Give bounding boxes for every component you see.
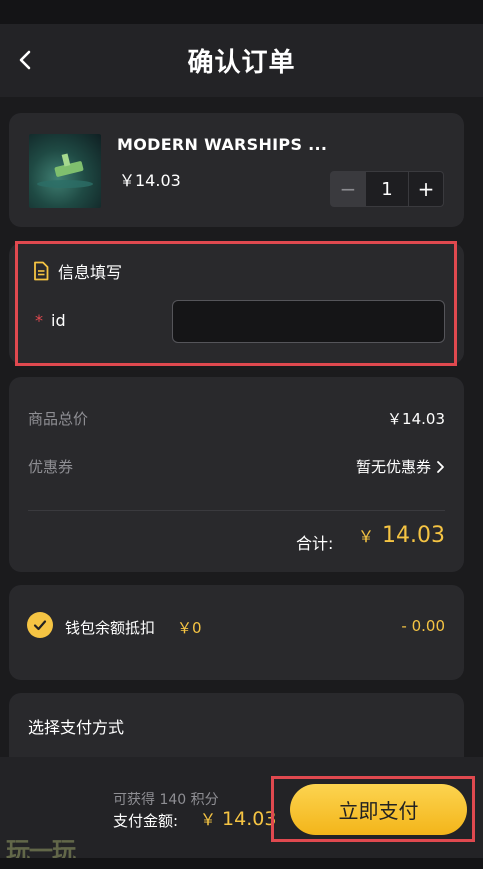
- app-header: 确认订单: [0, 24, 483, 97]
- wallet-card: 钱包余额抵扣 ￥0 - 0.00: [9, 585, 464, 680]
- id-input[interactable]: [172, 300, 445, 343]
- page-title: 确认订单: [187, 48, 296, 78]
- info-section-header: 信息填写: [32, 259, 122, 283]
- back-button[interactable]: [14, 48, 38, 72]
- id-field-label: * id: [35, 311, 66, 330]
- product-card: MODERN WARSHIPS ... ￥14.03 − 1 +: [9, 113, 464, 227]
- id-label-text: id: [51, 311, 66, 330]
- chevron-right-icon: [437, 460, 444, 473]
- pay-amount: ￥ 14.03: [200, 806, 276, 830]
- decrease-quantity-button[interactable]: −: [330, 171, 366, 207]
- price-summary-card: 商品总价 ￥14.03 优惠券 暂无优惠券 合计: ￥ 14.03: [9, 377, 464, 572]
- total-currency: ￥: [358, 527, 375, 546]
- goods-total-value: ￥14.03: [387, 410, 445, 428]
- pay-currency: ￥: [200, 810, 217, 829]
- wallet-balance: ￥0: [177, 619, 202, 637]
- total-value: ￥ 14.03: [358, 523, 445, 548]
- wallet-checkbox[interactable]: [27, 612, 53, 638]
- product-price: ￥14.03: [119, 171, 181, 190]
- coupon-label: 优惠券: [28, 458, 74, 476]
- wallet-deduction: - 0.00: [401, 617, 445, 635]
- increase-quantity-button[interactable]: +: [408, 171, 444, 207]
- status-bar: [0, 0, 483, 24]
- chevron-left-icon: [19, 50, 31, 70]
- total-amount: 14.03: [382, 523, 445, 548]
- footer-strip: [0, 858, 483, 869]
- pay-amount-value: 14.03: [222, 808, 277, 830]
- product-thumbnail[interactable]: [29, 134, 101, 208]
- total-label: 合计:: [296, 534, 334, 553]
- coupon-value: 暂无优惠券: [355, 458, 431, 476]
- info-section-title: 信息填写: [58, 263, 123, 282]
- product-name: MODERN WARSHIPS ...: [117, 135, 328, 154]
- coupon-selector[interactable]: 暂无优惠券: [356, 456, 445, 477]
- pay-now-button[interactable]: 立即支付: [290, 784, 467, 835]
- payment-method-title: 选择支付方式: [28, 718, 125, 737]
- document-icon: [34, 261, 49, 281]
- check-icon: [33, 620, 47, 631]
- divider: [28, 510, 445, 511]
- goods-total-label: 商品总价: [28, 410, 89, 428]
- wallet-label: 钱包余额抵扣: [65, 619, 156, 637]
- required-mark: *: [35, 311, 43, 330]
- quantity-stepper: − 1 +: [330, 171, 444, 207]
- pay-amount-label: 支付金额:: [113, 812, 179, 830]
- info-card: 信息填写 * id: [9, 243, 464, 364]
- quantity-value[interactable]: 1: [366, 171, 408, 207]
